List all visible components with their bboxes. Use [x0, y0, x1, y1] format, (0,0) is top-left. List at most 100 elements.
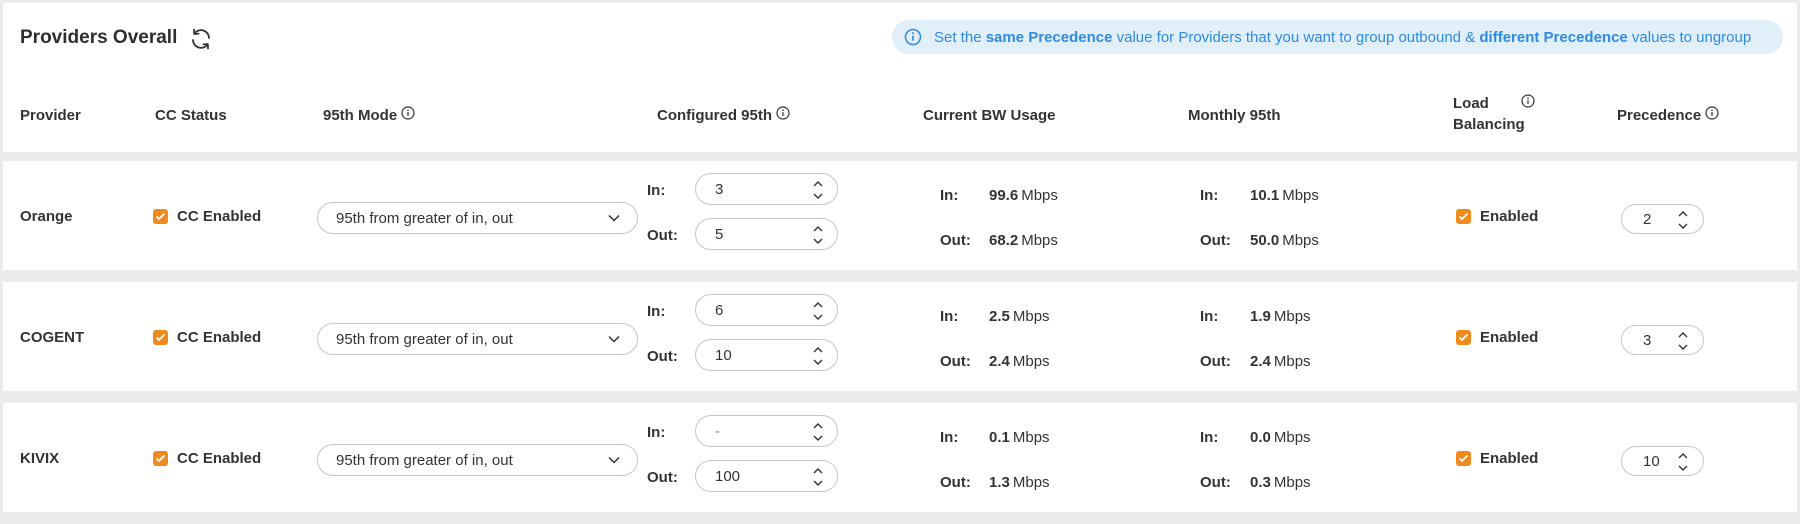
configured-in-input[interactable]: 6 — [695, 294, 838, 326]
help-icon[interactable] — [1521, 94, 1535, 108]
cc-status-checkbox[interactable]: CC Enabled — [153, 329, 261, 346]
in-label: In: — [940, 187, 959, 204]
provider-name: COGENT — [20, 329, 85, 346]
spinner-icon[interactable] — [1676, 207, 1690, 233]
load-balancing-label: Enabled — [1480, 208, 1539, 225]
in-label: In: — [647, 182, 666, 199]
monthly-95th-in: 0.0 Mbps — [1250, 429, 1311, 446]
column-header-precedence: Precedence — [1617, 105, 1719, 124]
spinner-icon[interactable] — [811, 343, 825, 369]
input-value: 10 — [1643, 452, 1660, 470]
spinner-icon[interactable] — [811, 177, 825, 203]
provider-row: KIVIX CC Enabled 95th from greater of in… — [3, 403, 1797, 512]
monthly-95th-out: 50.0 Mbps — [1250, 232, 1319, 249]
column-header-configured-95th: Configured 95th — [657, 105, 790, 124]
load-balancing-checkbox[interactable]: Enabled — [1456, 450, 1538, 467]
in-label: In: — [647, 424, 666, 441]
page-title: Providers Overall — [20, 27, 178, 48]
current-bw-in: 99.6 Mbps — [989, 187, 1058, 204]
load-balancing-checkbox[interactable]: Enabled — [1456, 329, 1538, 346]
column-header-95th-mode: 95th Mode — [323, 105, 415, 124]
refresh-icon[interactable] — [189, 27, 213, 51]
configured-out-input[interactable]: 5 — [695, 218, 838, 250]
monthly-95th-out: 0.3 Mbps — [1250, 474, 1311, 491]
spinner-icon[interactable] — [811, 419, 825, 445]
current-bw-in: 2.5 Mbps — [989, 308, 1050, 325]
out-label: Out: — [647, 348, 678, 365]
info-banner: Set the same Precedence value for Provid… — [892, 20, 1783, 54]
out-label: Out: — [1200, 353, 1231, 370]
cc-status-checkbox[interactable]: CC Enabled — [153, 450, 261, 467]
column-header-cc-status: CC Status — [155, 107, 227, 124]
provider-row: Orange CC Enabled 95th from greater of i… — [3, 161, 1797, 270]
column-header-load-balancing: Load Balancing — [1453, 95, 1525, 133]
provider-row: COGENT CC Enabled 95th from greater of i… — [3, 282, 1797, 391]
in-label: In: — [1200, 187, 1219, 204]
cc-status-label: CC Enabled — [177, 208, 262, 225]
info-text: Set the same Precedence value for Provid… — [934, 28, 1752, 46]
load-balancing-checkbox[interactable]: Enabled — [1456, 208, 1538, 225]
cc-status-label: CC Enabled — [177, 450, 262, 467]
input-value: 100 — [715, 467, 741, 485]
configured-in-input[interactable]: - — [695, 415, 838, 447]
in-label: In: — [1200, 308, 1219, 325]
95th-mode-select[interactable]: 95th from greater of in, out — [317, 323, 638, 355]
spinner-icon[interactable] — [811, 464, 825, 490]
out-label: Out: — [647, 227, 678, 244]
checkbox-checked-icon[interactable] — [1456, 330, 1471, 345]
input-value: - — [715, 422, 720, 440]
help-icon[interactable] — [401, 105, 415, 120]
out-label: Out: — [647, 469, 678, 486]
configured-in-input[interactable]: 3 — [695, 173, 838, 205]
precedence-input[interactable]: 3 — [1621, 325, 1704, 355]
chevron-down-icon — [608, 214, 620, 222]
cc-status-label: CC Enabled — [177, 329, 262, 346]
providers-header-card: Providers Overall Set the same Precedenc… — [3, 3, 1797, 152]
checkbox-checked-icon[interactable] — [153, 330, 168, 345]
input-value: 5 — [715, 225, 724, 243]
column-header-provider: Provider — [20, 107, 81, 124]
checkbox-checked-icon[interactable] — [153, 209, 168, 224]
in-label: In: — [647, 303, 666, 320]
95th-mode-value: 95th from greater of in, out — [336, 330, 513, 348]
current-bw-out: 1.3 Mbps — [989, 474, 1050, 491]
current-bw-in: 0.1 Mbps — [989, 429, 1050, 446]
95th-mode-select[interactable]: 95th from greater of in, out — [317, 444, 638, 476]
input-value: 3 — [715, 180, 724, 198]
checkbox-checked-icon[interactable] — [1456, 451, 1471, 466]
out-label: Out: — [940, 232, 971, 249]
checkbox-checked-icon[interactable] — [153, 451, 168, 466]
in-label: In: — [940, 308, 959, 325]
checkbox-checked-icon[interactable] — [1456, 209, 1471, 224]
cc-status-checkbox[interactable]: CC Enabled — [153, 208, 261, 225]
out-label: Out: — [1200, 232, 1231, 249]
monthly-95th-out: 2.4 Mbps — [1250, 353, 1311, 370]
precedence-input[interactable]: 10 — [1621, 446, 1704, 476]
provider-name: KIVIX — [20, 450, 60, 467]
spinner-icon[interactable] — [1676, 328, 1690, 354]
out-label: Out: — [940, 353, 971, 370]
column-header-current-bw: Current BW Usage — [923, 107, 1056, 124]
spinner-icon[interactable] — [811, 298, 825, 324]
info-icon — [904, 28, 922, 46]
input-value: 2 — [1643, 210, 1652, 228]
spinner-icon[interactable] — [811, 222, 825, 248]
spinner-icon[interactable] — [1676, 449, 1690, 475]
precedence-input[interactable]: 2 — [1621, 204, 1704, 234]
current-bw-out: 68.2 Mbps — [989, 232, 1058, 249]
help-icon[interactable] — [1705, 105, 1719, 120]
95th-mode-select[interactable]: 95th from greater of in, out — [317, 202, 638, 234]
provider-name: Orange — [20, 208, 73, 225]
help-icon[interactable] — [776, 105, 790, 120]
out-label: Out: — [940, 474, 971, 491]
monthly-95th-in: 10.1 Mbps — [1250, 187, 1319, 204]
out-label: Out: — [1200, 474, 1231, 491]
configured-out-input[interactable]: 10 — [695, 339, 838, 371]
95th-mode-value: 95th from greater of in, out — [336, 209, 513, 227]
configured-out-input[interactable]: 100 — [695, 460, 838, 492]
chevron-down-icon — [608, 335, 620, 343]
input-value: 3 — [1643, 331, 1652, 349]
column-header-monthly-95th: Monthly 95th — [1188, 107, 1281, 124]
load-balancing-label: Enabled — [1480, 450, 1539, 467]
monthly-95th-in: 1.9 Mbps — [1250, 308, 1311, 325]
